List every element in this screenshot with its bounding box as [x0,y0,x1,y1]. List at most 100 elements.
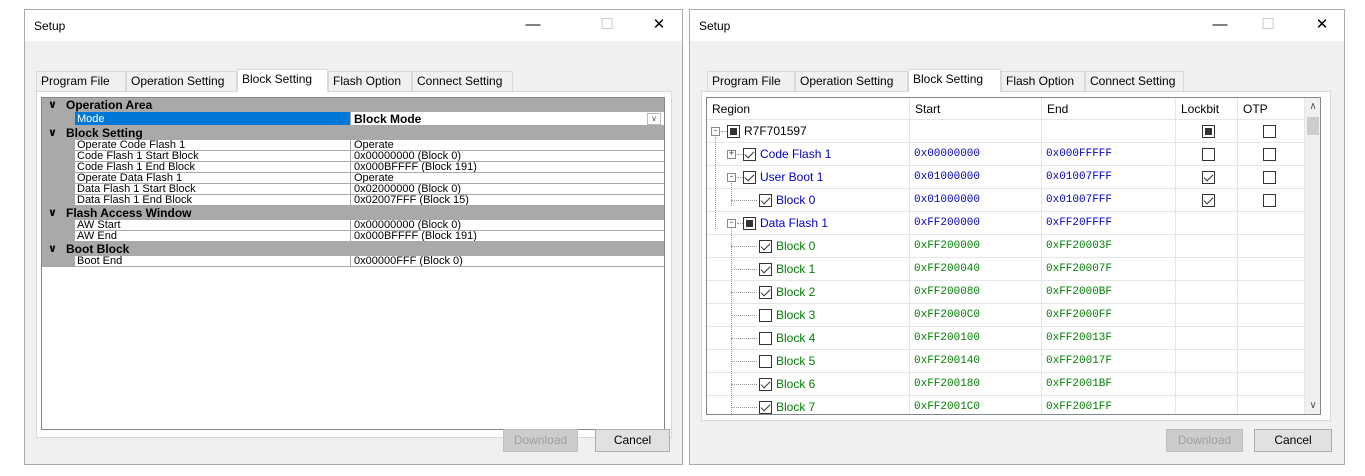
region-checkbox[interactable] [759,309,772,322]
region-checkbox[interactable] [759,263,772,276]
cancel-button[interactable]: Cancel [1254,429,1332,452]
tab-flash-option[interactable]: Flash Option [1001,71,1085,91]
lockbit-checkbox[interactable] [1202,148,1215,161]
otp-checkbox[interactable] [1263,125,1276,138]
property-row[interactable]: AW End 0x000BFFFF (Block 191) [42,231,664,242]
close-icon[interactable]: ✕ [637,12,681,38]
region-checkbox[interactable] [743,148,756,161]
scroll-thumb[interactable] [1307,117,1319,135]
otp-cell [1238,166,1305,189]
tree-row[interactable]: Block 7 0xFF2001C0 0xFF2001FF [707,396,1305,414]
close-icon[interactable]: ✕ [1300,12,1344,38]
property-row[interactable]: Data Flash 1 Start Block 0x02000000 (Bloc… [42,184,664,195]
title-bar: Setup — ☐ ✕ [25,10,682,41]
tree-row[interactable]: - User Boot 1 0x01000000 0x01007FFF [707,166,1305,189]
tab-block-setting[interactable]: Block Setting [237,69,328,92]
chevron-down-icon[interactable]: ∨ [48,98,60,112]
scroll-down-icon[interactable]: ∨ [1305,397,1320,414]
tree-connector [731,183,732,206]
lockbit-checkbox[interactable] [1202,125,1215,138]
tab-program-file[interactable]: Program File [707,71,795,91]
download-button[interactable]: Download [1166,429,1243,452]
region-cell: Block 0 [707,235,910,258]
minimize-icon[interactable]: — [1198,12,1242,38]
tree-connector [731,292,757,293]
tab-connect-setting[interactable]: Connect Setting [412,71,513,91]
property-row[interactable]: Code Flash 1 Start Block 0x00000000 (Bloc… [42,151,664,162]
tree-row[interactable]: Block 1 0xFF200040 0xFF20007F [707,258,1305,281]
tree-row[interactable]: Block 3 0xFF2000C0 0xFF2000FF [707,304,1305,327]
window-title: Setup [34,19,66,33]
tab-connect-setting[interactable]: Connect Setting [1085,71,1184,91]
region-checkbox[interactable] [759,286,772,299]
tree-connector [731,361,757,362]
expand-icon[interactable]: + [727,150,736,159]
column-header-lockbit[interactable]: Lockbit [1176,98,1238,120]
tab-block-setting[interactable]: Block Setting [908,69,1001,92]
tree-row[interactable]: + Code Flash 1 0x00000000 0x000FFFFF [707,143,1305,166]
region-cell: Block 5 [707,350,910,373]
category-block-setting[interactable]: ∨ Block Setting [42,126,664,140]
column-header-otp[interactable]: OTP [1238,98,1305,120]
chevron-down-icon[interactable]: ∨ [48,206,60,220]
collapse-icon[interactable]: - [727,173,736,182]
otp-checkbox[interactable] [1263,171,1276,184]
collapse-icon[interactable]: - [727,219,736,228]
tree-row[interactable]: Block 0 0xFF200000 0xFF20003F [707,235,1305,258]
region-checkbox[interactable] [743,217,756,230]
chevron-down-icon[interactable]: ∨ [48,242,60,256]
otp-cell [1238,396,1305,414]
category-operation-area[interactable]: ∨ Operation Area [42,98,664,112]
scroll-up-icon[interactable]: ∧ [1305,98,1320,115]
lockbit-checkbox[interactable] [1202,171,1215,184]
end-address: 0xFF20FFFF [1042,212,1176,235]
property-row[interactable]: Operate Code Flash 1 Operate [42,140,664,151]
otp-checkbox[interactable] [1263,194,1276,207]
region-checkbox[interactable] [759,378,772,391]
tab-flash-option[interactable]: Flash Option [328,71,412,91]
property-row[interactable]: Data Flash 1 End Block 0x02007FFF (Block … [42,195,664,206]
region-checkbox[interactable] [759,401,772,414]
region-checkbox[interactable] [759,355,772,368]
property-row[interactable]: Operate Data Flash 1 Operate [42,173,664,184]
lockbit-cell [1176,235,1238,258]
column-header-end[interactable]: End [1042,98,1176,120]
region-checkbox[interactable] [759,194,772,207]
property-row[interactable]: Code Flash 1 End Block 0x000BFFFF (Block … [42,162,664,173]
tree-connector [731,315,757,316]
region-checkbox[interactable] [759,332,772,345]
column-header-start[interactable]: Start [910,98,1042,120]
property-row-mode[interactable]: Mode Block Mode ∨ [42,112,664,126]
category-flash-access-window[interactable]: ∨ Flash Access Window [42,206,664,220]
tree-row[interactable]: Block 4 0xFF200100 0xFF20013F [707,327,1305,350]
collapse-icon[interactable]: - [711,127,720,136]
start-address: 0xFF200080 [910,281,1042,304]
region-checkbox[interactable] [727,125,740,138]
tree-row[interactable]: Block 5 0xFF200140 0xFF20017F [707,350,1305,373]
category-boot-block[interactable]: ∨ Boot Block [42,242,664,256]
tree-row[interactable]: - Data Flash 1 0xFF200000 0xFF20FFFF [707,212,1305,235]
tab-program-file[interactable]: Program File [36,71,126,91]
property-row[interactable]: AW Start 0x00000000 (Block 0) [42,220,664,231]
otp-cell [1238,304,1305,327]
chevron-down-icon[interactable]: ∨ [48,126,60,140]
column-header-region[interactable]: Region [707,98,910,120]
tree-row[interactable]: Block 0 0x01000000 0x01007FFF [707,189,1305,212]
tree-row[interactable]: Block 2 0xFF200080 0xFF2000BF [707,281,1305,304]
dropdown-arrow-icon[interactable]: ∨ [647,113,661,125]
tree-row[interactable]: - R7F701597 [707,120,1305,143]
region-checkbox[interactable] [743,171,756,184]
otp-checkbox[interactable] [1263,148,1276,161]
download-button[interactable]: Download [503,429,578,452]
tree-row[interactable]: Block 6 0xFF200180 0xFF2001BF [707,373,1305,396]
tab-operation-setting[interactable]: Operation Setting [795,71,908,91]
region-checkbox[interactable] [759,240,772,253]
property-row[interactable]: Boot End 0x00000FFF (Block 0) [42,256,664,267]
minimize-icon[interactable]: — [511,12,555,38]
region-cell: - User Boot 1 [707,166,910,189]
tab-operation-setting[interactable]: Operation Setting [126,71,237,91]
lockbit-cell [1176,120,1238,143]
lockbit-checkbox[interactable] [1202,194,1215,207]
cancel-button[interactable]: Cancel [595,429,670,452]
vertical-scrollbar[interactable]: ∧ ∨ [1305,98,1320,414]
